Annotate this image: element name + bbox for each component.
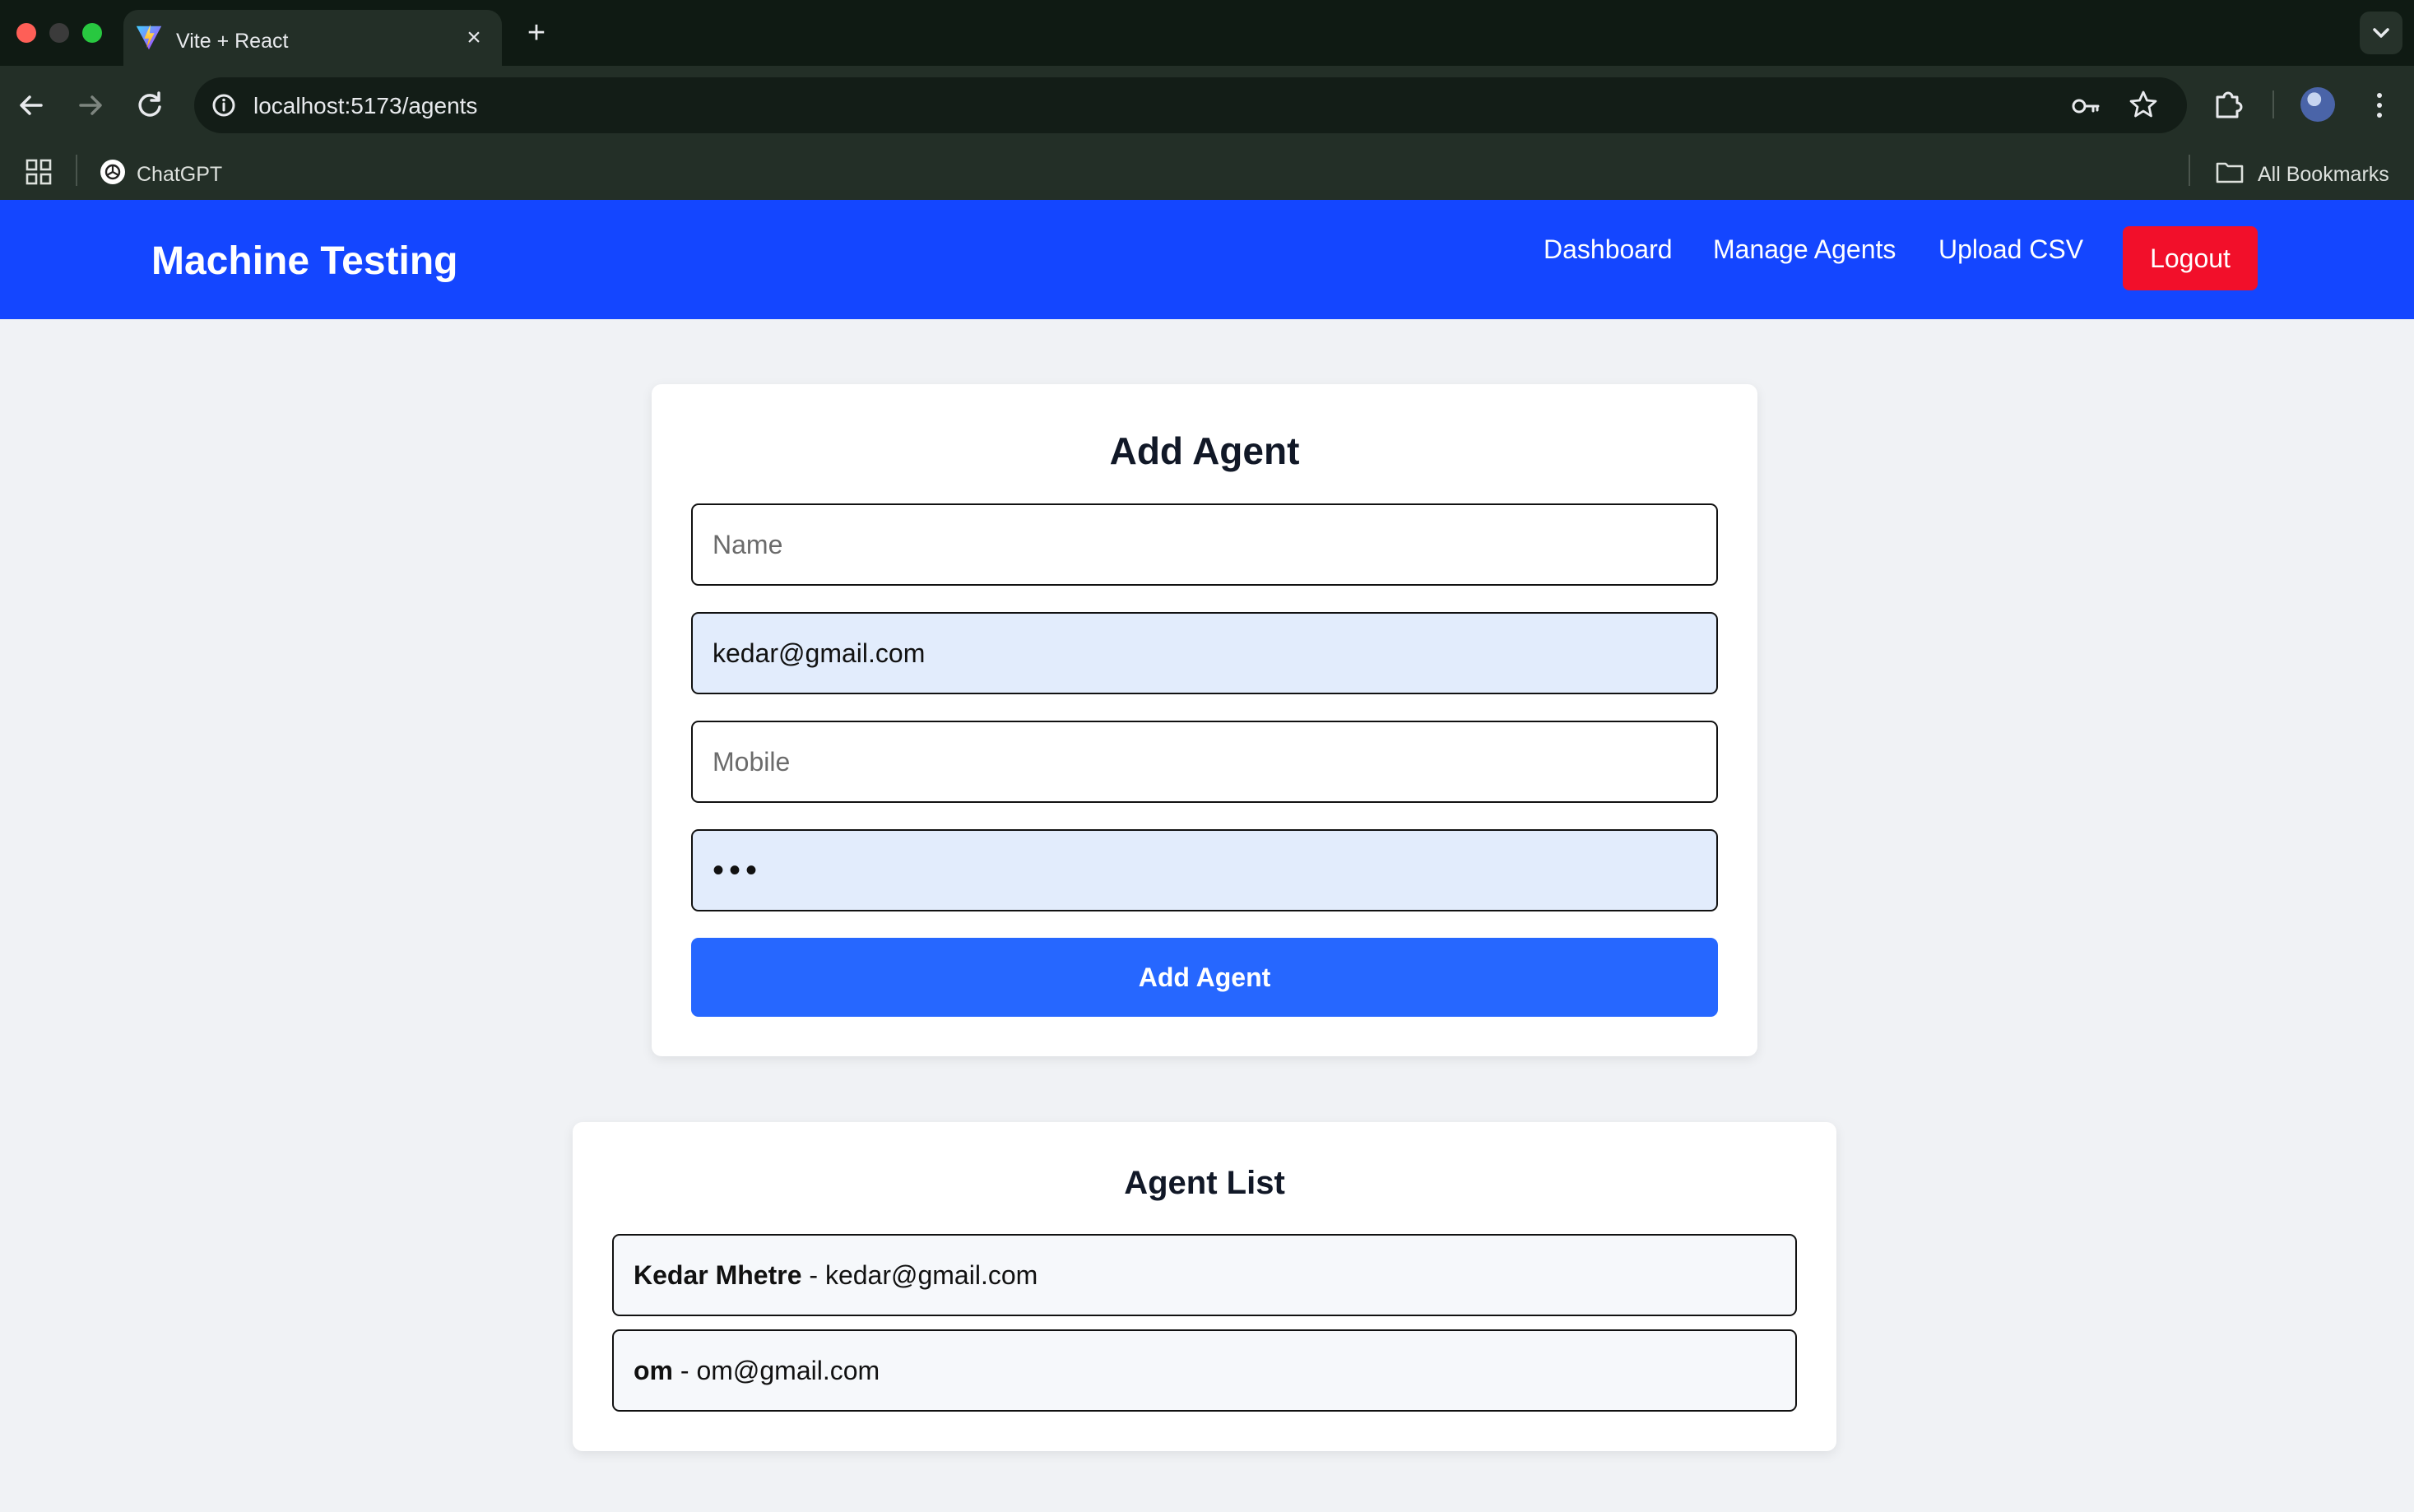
url-text[interactable]: localhost:5173/agents bbox=[253, 93, 477, 119]
browser-tab[interactable]: Vite + React × bbox=[123, 10, 502, 66]
agent-separator: - bbox=[673, 1356, 697, 1385]
agent-list-title: Agent List bbox=[1124, 1165, 1285, 1201]
add-agent-title: Add Agent bbox=[1109, 429, 1300, 472]
agent-list-item: Kedar Mhetre - kedar@gmail.com bbox=[612, 1234, 1797, 1316]
bookmark-star-icon[interactable] bbox=[2126, 87, 2161, 122]
agent-list-card: Agent List Kedar Mhetre - kedar@gmail.co… bbox=[573, 1122, 1836, 1451]
logout-button[interactable]: Logout bbox=[2123, 226, 2258, 290]
agent-name: Kedar Mhetre bbox=[634, 1260, 802, 1290]
tab-search-button[interactable] bbox=[2360, 12, 2402, 54]
bookmarks-divider bbox=[76, 155, 77, 186]
site-info-icon[interactable] bbox=[207, 89, 240, 122]
key-icon[interactable] bbox=[2068, 89, 2103, 123]
agent-name: om bbox=[634, 1356, 673, 1385]
tab-strip: Vite + React × + bbox=[0, 0, 2414, 66]
chevron-down-icon bbox=[2373, 28, 2389, 38]
extensions-puzzle-icon[interactable] bbox=[2210, 86, 2248, 123]
all-bookmarks-button[interactable]: All Bookmarks bbox=[2215, 155, 2404, 191]
agent-list-item: om - om@gmail.com bbox=[612, 1329, 1797, 1412]
back-arrow-icon[interactable] bbox=[12, 86, 51, 125]
agent-email: kedar@gmail.com bbox=[824, 1260, 1038, 1290]
minimize-window-button[interactable] bbox=[49, 23, 69, 43]
app-navbar: Machine Testing Dashboard Manage Agents … bbox=[0, 200, 2414, 319]
vite-logo-icon bbox=[136, 24, 162, 50]
toolbar-divider bbox=[2272, 90, 2274, 118]
close-tab-icon[interactable]: × bbox=[461, 25, 487, 51]
email-input[interactable] bbox=[691, 612, 1718, 694]
close-window-button[interactable] bbox=[16, 23, 36, 43]
more-menu-icon[interactable] bbox=[2363, 87, 2396, 123]
add-agent-button[interactable]: Add Agent bbox=[691, 938, 1718, 1017]
password-input[interactable] bbox=[691, 829, 1718, 911]
brand-title: Machine Testing bbox=[151, 239, 458, 283]
address-bar[interactable]: localhost:5173/agents bbox=[194, 77, 2187, 133]
browser-chrome: Vite + React × + localhost:5173/agents C… bbox=[0, 0, 2414, 200]
bookmarks-divider bbox=[2189, 155, 2190, 186]
nav-link-manage-agents[interactable]: Manage Agents bbox=[1713, 233, 1896, 266]
bookmarks-bar: ChatGPT All Bookmarks bbox=[0, 148, 2414, 200]
chatgpt-logo-icon bbox=[100, 160, 125, 184]
apps-grid-icon[interactable] bbox=[25, 158, 53, 186]
nav-link-dashboard[interactable]: Dashboard bbox=[1544, 233, 1673, 266]
nav-link-upload-csv[interactable]: Upload CSV bbox=[1938, 233, 2083, 266]
all-bookmarks-label: All Bookmarks bbox=[2258, 163, 2389, 186]
agent-separator: - bbox=[801, 1260, 825, 1290]
add-agent-card: Add Agent Add Agent bbox=[652, 384, 1757, 1056]
folder-icon bbox=[2216, 162, 2244, 183]
bookmark-label: ChatGPT bbox=[137, 163, 223, 186]
name-input[interactable] bbox=[691, 503, 1718, 586]
forward-arrow-icon[interactable] bbox=[71, 86, 110, 125]
new-tab-icon[interactable]: + bbox=[520, 16, 553, 49]
tab-title: Vite + React bbox=[176, 30, 289, 53]
mobile-input[interactable] bbox=[691, 721, 1718, 803]
agent-email: om@gmail.com bbox=[696, 1356, 880, 1385]
reload-icon[interactable] bbox=[130, 86, 169, 125]
maximize-window-button[interactable] bbox=[82, 23, 102, 43]
profile-avatar[interactable] bbox=[2300, 87, 2335, 122]
